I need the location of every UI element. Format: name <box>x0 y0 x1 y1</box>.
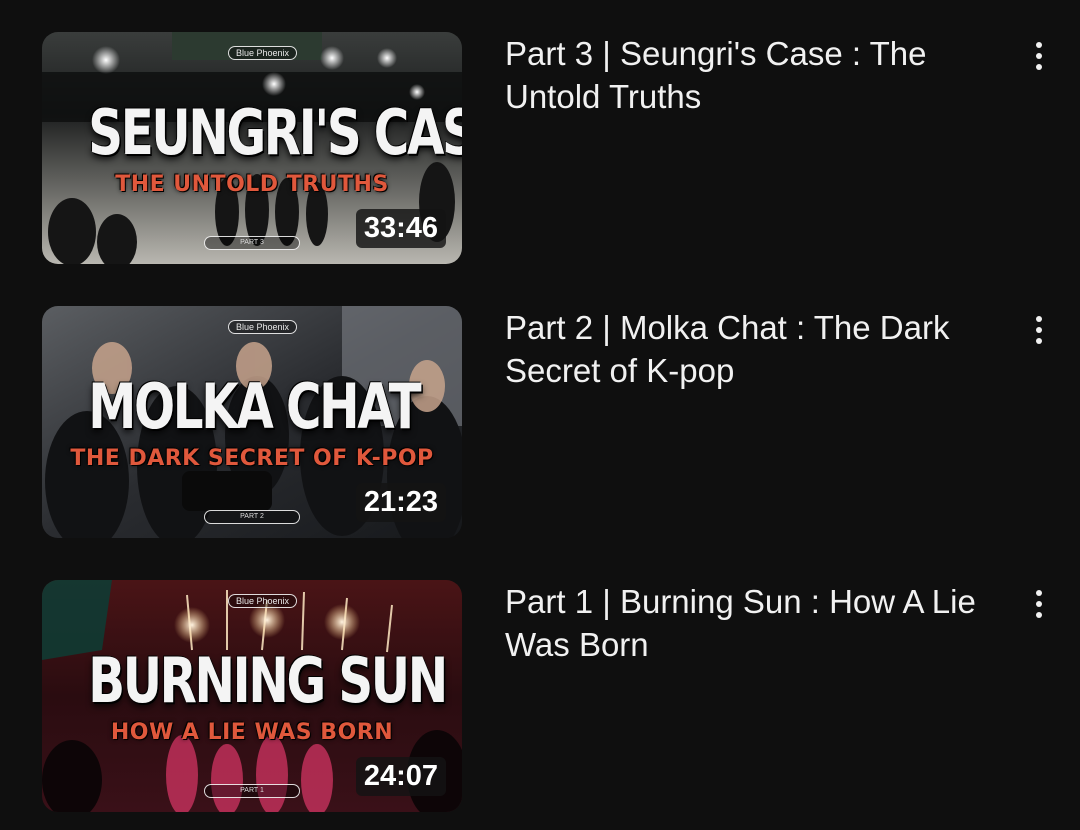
video-title[interactable]: Part 2 | Molka Chat : The Dark Secret of… <box>505 306 1005 392</box>
video-item[interactable]: Blue Phoenix SEUNGRI'S CASE THE UNTOLD T… <box>0 32 1080 264</box>
menu-dot <box>1036 612 1042 618</box>
video-thumbnail[interactable]: Blue Phoenix SEUNGRI'S CASE THE UNTOLD T… <box>42 32 462 264</box>
video-title[interactable]: Part 1 | Burning Sun : How A Lie Was Bor… <box>505 580 1005 666</box>
thumbnail-subline: THE DARK SECRET OF K-POP <box>70 446 434 471</box>
more-vert-icon[interactable] <box>1021 584 1057 624</box>
menu-dot <box>1036 53 1042 59</box>
video-item[interactable]: Blue Phoenix MOLKA CHAT THE DARK SECRET … <box>0 306 1080 538</box>
menu-dot <box>1036 327 1042 333</box>
thumbnail-headline: SEUNGRI'S CASE <box>88 96 462 169</box>
thumbnail-headline: MOLKA CHAT <box>88 370 421 443</box>
more-vert-icon[interactable] <box>1021 310 1057 350</box>
thumbnail-headline: BURNING SUN <box>88 644 448 717</box>
duration-badge: 24:07 <box>355 757 446 796</box>
menu-dot <box>1036 601 1042 607</box>
menu-dot <box>1036 590 1042 596</box>
menu-dot <box>1036 316 1042 322</box>
video-thumbnail[interactable]: Blue Phoenix BURNING SUN HOW A LIE WAS B… <box>42 580 462 812</box>
duration-badge: 21:23 <box>355 483 446 522</box>
channel-badge: Blue Phoenix <box>228 594 298 608</box>
part-badge: PART 2 <box>204 510 300 524</box>
part-badge: PART 1 <box>204 784 300 798</box>
more-vert-icon[interactable] <box>1021 36 1057 76</box>
menu-dot <box>1036 338 1042 344</box>
video-list: Blue Phoenix SEUNGRI'S CASE THE UNTOLD T… <box>0 0 1080 830</box>
menu-dot <box>1036 42 1042 48</box>
thumbnail-subline: HOW A LIE WAS BORN <box>110 720 394 745</box>
video-thumbnail[interactable]: Blue Phoenix MOLKA CHAT THE DARK SECRET … <box>42 306 462 538</box>
video-title[interactable]: Part 3 | Seungri's Case : The Untold Tru… <box>505 32 1005 118</box>
video-item[interactable]: Blue Phoenix BURNING SUN HOW A LIE WAS B… <box>0 580 1080 812</box>
channel-badge: Blue Phoenix <box>228 46 298 60</box>
channel-badge: Blue Phoenix <box>228 320 298 334</box>
duration-badge: 33:46 <box>355 209 446 248</box>
menu-dot <box>1036 64 1042 70</box>
part-badge: PART 3 <box>204 236 300 250</box>
thumbnail-subline: THE UNTOLD TRUTHS <box>115 172 389 197</box>
